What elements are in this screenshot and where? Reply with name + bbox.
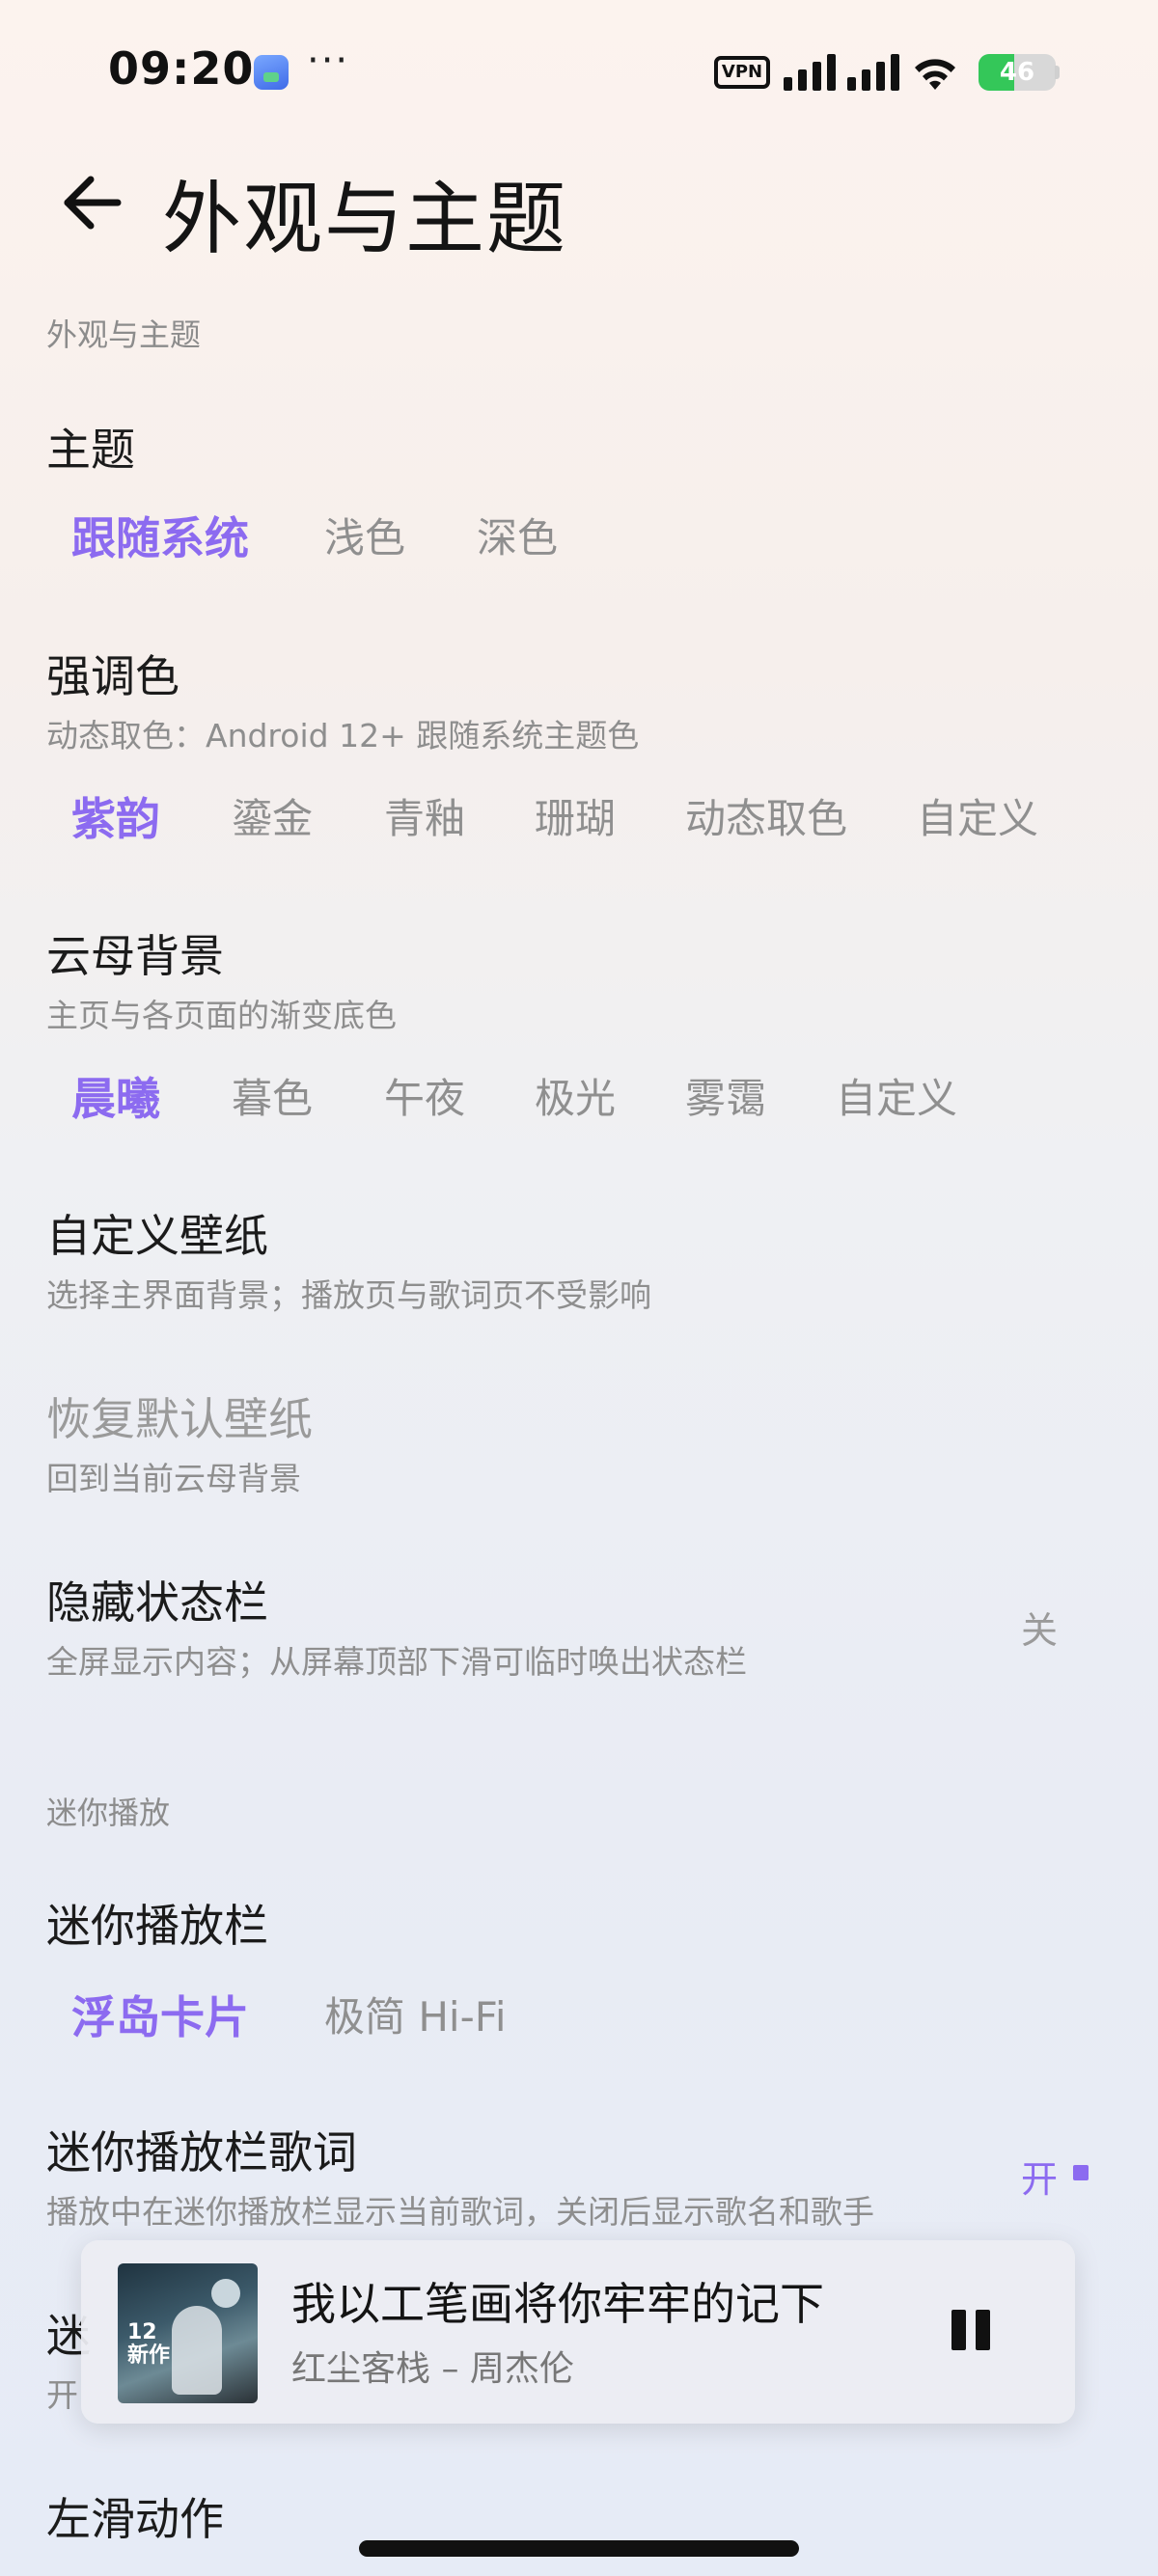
battery-tip [1055, 66, 1060, 79]
page-title: 外观与主题 [162, 174, 568, 265]
cellular-signal-icon [784, 54, 899, 91]
theme-title: 主题 [46, 424, 135, 476]
vpn-icon: VPN [714, 56, 770, 89]
mica-option-dusk[interactable]: 暮色 [232, 1066, 313, 1125]
custom-wallpaper-title[interactable]: 自定义壁纸 [46, 1201, 268, 1265]
mica-option-midnight[interactable]: 午夜 [384, 1066, 465, 1125]
accent-option-custom[interactable]: 自定义 [917, 786, 1038, 845]
album-art: 12 新作 [118, 2263, 258, 2403]
mica-subtitle: 主页与各页面的渐变底色 [46, 997, 397, 1034]
mini-lyrics-subtitle: 播放中在迷你播放栏显示当前歌词，关闭后显示歌名和歌手 [46, 2193, 874, 2231]
mini-bar-option-hifi[interactable]: 极简 Hi-Fi [324, 1985, 507, 2043]
hide-status-bar-toggle[interactable]: 关 [1021, 1601, 1058, 1654]
song-artist: 红尘客栈 – 周杰伦 [291, 2349, 574, 2389]
back-button[interactable] [56, 170, 129, 235]
mini-bar-title: 迷你播放栏 [46, 1900, 268, 1952]
accent-option-celadon[interactable]: 青釉 [384, 786, 465, 845]
mica-option-custom[interactable]: 自定义 [836, 1066, 957, 1125]
app-notification-icon [254, 55, 289, 90]
toggle-indicator [1073, 2165, 1089, 2180]
accent-subtitle: 动态取色：Android 12+ 跟随系统主题色 [46, 717, 640, 754]
mini-player[interactable]: 12 新作 我以工笔画将你牢牢的记下 红尘客栈 – 周杰伦 [81, 2240, 1075, 2424]
restore-wallpaper-subtitle: 回到当前云母背景 [46, 1460, 301, 1497]
arrow-left-icon [64, 176, 122, 230]
hide-status-bar-title: 隐藏状态栏 [46, 1576, 268, 1629]
mica-option-mist[interactable]: 雾霭 [685, 1066, 766, 1125]
mini-bar-option-island[interactable]: 浮岛卡片 [71, 1983, 249, 2046]
accent-option-coral[interactable]: 珊瑚 [535, 786, 616, 845]
partial-row-subtitle: 开 [46, 2376, 78, 2414]
theme-option-light[interactable]: 浅色 [324, 506, 405, 564]
theme-option-system[interactable]: 跟随系统 [71, 504, 249, 567]
pause-button[interactable] [946, 2304, 996, 2360]
section-label-mini-play: 迷你播放 [46, 1795, 171, 1831]
custom-wallpaper-subtitle: 选择主界面背景；播放页与歌词页不受影响 [46, 1276, 651, 1314]
mica-option-dawn[interactable]: 晨曦 [71, 1064, 160, 1128]
theme-option-dark[interactable]: 深色 [477, 506, 558, 564]
swipe-left-title: 左滑动作 [46, 2493, 224, 2545]
battery-icon: 46 [979, 54, 1056, 91]
accent-option-purple[interactable]: 紫韵 [71, 784, 160, 848]
mini-lyrics-toggle[interactable]: 开 [1021, 2150, 1058, 2203]
restore-wallpaper-title[interactable]: 恢复默认壁纸 [46, 1384, 313, 1448]
mini-lyrics-title: 迷你播放栏歌词 [46, 2126, 357, 2179]
wifi-icon [915, 59, 955, 90]
album-badge: 12 新作 [127, 2320, 171, 2368]
accent-title: 强调色 [46, 650, 179, 702]
section-label-appearance: 外观与主题 [46, 316, 202, 353]
mica-option-aurora[interactable]: 极光 [535, 1066, 616, 1125]
more-notifications-icon: ··· [307, 39, 350, 83]
battery-level: 46 [999, 58, 1035, 87]
song-title: 我以工笔画将你牢牢的记下 [291, 2278, 824, 2330]
home-indicator[interactable] [359, 2540, 799, 2557]
accent-option-dynamic[interactable]: 动态取色 [685, 786, 847, 845]
accent-option-gold[interactable]: 鎏金 [232, 786, 313, 845]
mica-title: 云母背景 [46, 930, 224, 982]
status-time: 09:20 [108, 42, 255, 95]
hide-status-bar-subtitle: 全屏显示内容；从屏幕顶部下滑可临时唤出状态栏 [46, 1643, 747, 1681]
